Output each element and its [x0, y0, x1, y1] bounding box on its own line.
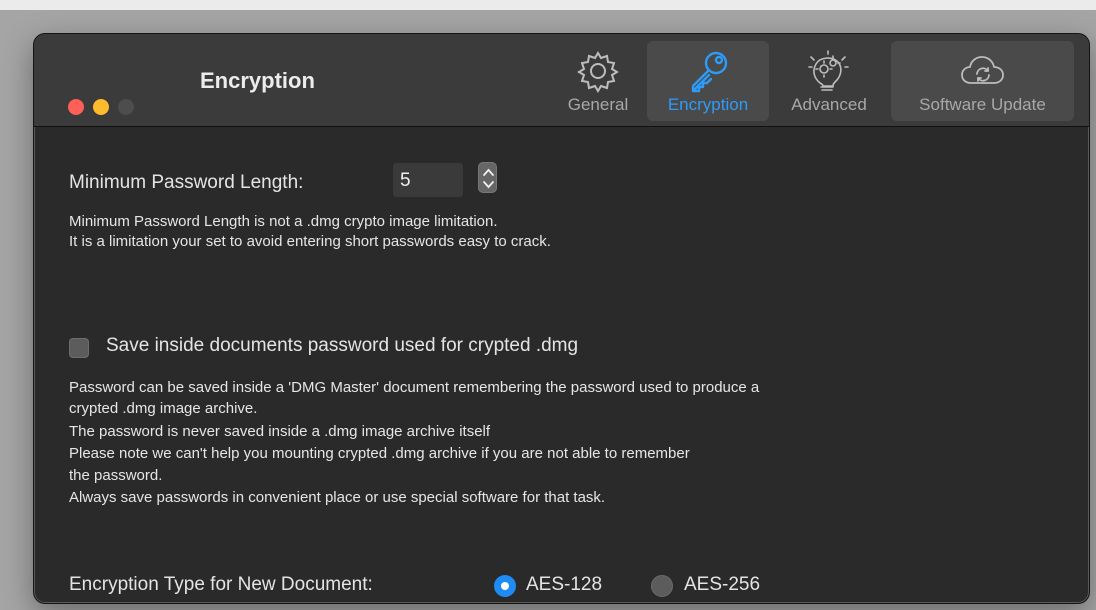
- tab-software-update-label: Software Update: [919, 95, 1046, 114]
- stepper-arrows-icon: [483, 168, 494, 189]
- min-password-help-2: It is a limitation your set to avoid ent…: [69, 233, 551, 250]
- save-password-help-5: the password.: [69, 467, 163, 484]
- save-password-help-2: crypted .dmg image archive.: [69, 400, 258, 417]
- save-password-help-3: The password is never saved inside a .dm…: [69, 423, 491, 440]
- minimize-window-button[interactable]: [93, 99, 109, 115]
- save-password-help-4: Please note we can't help you mounting c…: [69, 445, 690, 462]
- zoom-window-button[interactable]: [118, 99, 134, 115]
- tab-general[interactable]: General: [554, 41, 642, 121]
- save-password-checkbox[interactable]: [69, 338, 89, 358]
- save-password-help-6: Always save passwords in convenient plac…: [69, 489, 606, 506]
- min-password-stepper[interactable]: [478, 162, 497, 193]
- tab-encryption-label: Encryption: [667, 95, 749, 114]
- tab-general-label: General: [567, 95, 629, 114]
- lightbulb-gears-icon: [808, 50, 849, 91]
- gear-icon: [577, 51, 619, 93]
- aes-256-radio[interactable]: [651, 575, 673, 597]
- close-window-button[interactable]: [68, 99, 84, 115]
- min-password-input[interactable]: 5: [393, 163, 463, 197]
- key-icon: [691, 51, 728, 93]
- titlebar: Encryption General Encryption Advanced S…: [34, 34, 1089, 127]
- encryption-type-label: Encryption Type for New Document:: [69, 574, 373, 595]
- tab-encryption[interactable]: Encryption: [647, 41, 769, 121]
- min-password-label: Minimum Password Length:: [69, 172, 304, 193]
- save-password-label[interactable]: Save inside documents password used for …: [106, 335, 578, 357]
- cloud-sync-icon: [960, 56, 1004, 84]
- aes-256-label[interactable]: AES-256: [684, 574, 760, 596]
- preferences-window: Encryption General Encryption Advanced S…: [33, 33, 1090, 604]
- aes-128-radio[interactable]: [494, 575, 516, 597]
- min-password-help-1: Minimum Password Length is not a .dmg cr…: [69, 213, 498, 230]
- window-title: Encryption: [200, 68, 315, 93]
- tab-advanced-label: Advanced: [791, 95, 867, 114]
- tab-advanced[interactable]: Advanced: [779, 41, 879, 121]
- save-password-help-1: Password can be saved inside a 'DMG Mast…: [69, 379, 760, 396]
- encryption-pane: Minimum Password Length: 5 Minimum Passw…: [34, 128, 1089, 603]
- tab-software-update[interactable]: Software Update: [891, 41, 1074, 121]
- aes-128-label[interactable]: AES-128: [526, 574, 602, 596]
